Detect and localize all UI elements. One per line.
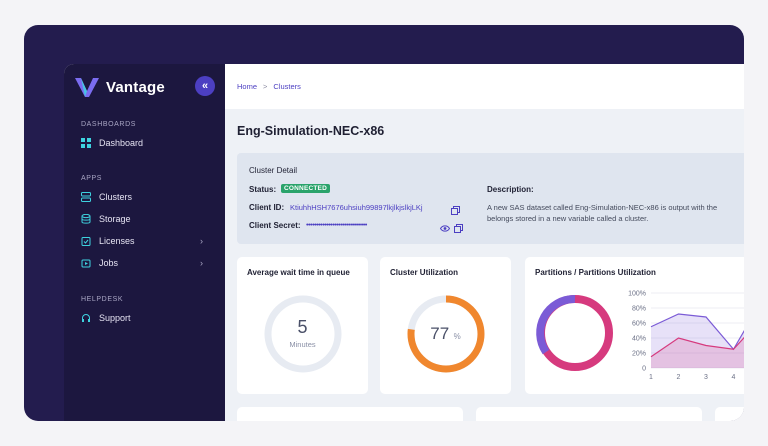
client-id-value: KtiuhhHSH7676uhsiuh99897lkjlkjslkjLKj	[290, 203, 423, 212]
wait-time-unit: Minutes	[289, 340, 316, 349]
headset-icon	[81, 313, 91, 323]
device-frame: Vantage « DASHBOARDS Dashboard APPS Clus…	[24, 25, 744, 421]
app-window: Vantage « DASHBOARDS Dashboard APPS Clus…	[64, 64, 744, 421]
wait-time-card: Average wait time in queue 5 Minutes	[237, 257, 368, 394]
brand-name: Vantage	[106, 78, 165, 96]
x-tick-label: 4	[732, 374, 736, 381]
cluster-detail-panel: Cluster Detail Status: CONNECTED Client …	[237, 153, 744, 244]
sidebar-item-dashboard[interactable]: Dashboard	[81, 135, 211, 151]
bottom-card	[476, 407, 702, 421]
bottom-card	[237, 407, 463, 421]
sidebar-item-label: Dashboard	[99, 138, 144, 148]
card-title: Partitions / Partitions Utilization	[535, 268, 656, 277]
description-line: belongs stored in a new variable called …	[487, 214, 649, 223]
sidebar-item-label: Storage	[99, 214, 131, 224]
sidebar-item-label: Jobs	[99, 258, 119, 268]
sidebar-item-storage[interactable]: Storage	[81, 211, 211, 227]
utilization-value: 77	[430, 324, 450, 343]
description-label: Description:	[487, 185, 534, 194]
y-tick-label: 60%	[632, 321, 646, 328]
wait-time-value: 5	[297, 317, 308, 337]
card-title: Average wait time in queue	[247, 268, 350, 277]
license-icon	[81, 236, 91, 246]
x-tick-label: 1	[649, 374, 653, 381]
y-tick-label: 80%	[632, 306, 646, 313]
sidebar-item-clusters[interactable]: Clusters	[81, 189, 211, 205]
y-tick-label: 100%	[628, 291, 646, 298]
sidebar-item-label: Clusters	[99, 192, 133, 202]
y-tick-label: 40%	[632, 336, 646, 343]
screenshot-background: Vantage « DASHBOARDS Dashboard APPS Clus…	[0, 0, 768, 446]
copy-icon[interactable]	[454, 220, 463, 238]
detail-heading: Cluster Detail	[249, 166, 298, 175]
top-bar: Home > Clusters	[225, 64, 744, 109]
partitions-area-chart: 100%80%60%40%20%01 2 3 4 5	[628, 291, 744, 381]
copy-icon[interactable]	[451, 202, 460, 220]
breadcrumb-separator-icon: >	[263, 82, 268, 91]
sidebar-item-label: Licenses	[99, 236, 135, 246]
status-label: Status:	[249, 185, 277, 194]
chevron-right-icon[interactable]: ›	[200, 258, 203, 268]
cluster-utilization-card: Cluster Utilization 77 %	[380, 257, 511, 394]
bottom-card	[715, 407, 744, 421]
card-title: Cluster Utilization	[390, 268, 459, 277]
dashboard-icon	[81, 138, 91, 148]
client-secret-value: ••••••••••••••••••••••••••••••	[306, 220, 367, 229]
breadcrumb-current[interactable]: Clusters	[273, 82, 301, 91]
y-tick-label: 20%	[632, 351, 646, 358]
sidebar-item-label: Support	[99, 313, 131, 323]
eye-icon[interactable]	[439, 220, 451, 238]
sidebar-item-licenses[interactable]: Licenses ›	[81, 233, 211, 249]
section-title-helpdesk: HELPDESK	[81, 296, 124, 303]
client-id-label: Client ID:	[249, 203, 285, 212]
x-tick-label: 2	[677, 374, 681, 381]
partitions-donut	[536, 294, 613, 371]
description-line: A new SAS dataset called Eng-Simulation-…	[487, 203, 718, 212]
utilization-readout: 77 %	[380, 324, 511, 344]
y-tick-label: 0	[642, 366, 646, 373]
jobs-icon	[81, 258, 91, 268]
sidebar-item-jobs[interactable]: Jobs ›	[81, 255, 211, 271]
vantage-logo-icon	[75, 78, 99, 97]
database-icon	[81, 214, 91, 224]
sidebar-item-support[interactable]: Support	[81, 310, 211, 326]
x-tick-label: 3	[704, 374, 708, 381]
chevron-right-icon[interactable]: ›	[200, 236, 203, 246]
partitions-card: Partitions / Partitions Utilization 100%…	[525, 257, 744, 394]
server-icon	[81, 192, 91, 202]
utilization-unit: %	[453, 332, 461, 341]
section-title-apps: APPS	[81, 175, 103, 182]
breadcrumb: Home > Clusters	[237, 82, 301, 91]
description-text: A new SAS dataset called Eng-Simulation-…	[487, 202, 744, 224]
page-title: Eng-Simulation-NEC-x86	[237, 124, 385, 138]
brand[interactable]: Vantage	[74, 76, 165, 98]
client-secret-label: Client Secret:	[249, 221, 301, 230]
collapse-sidebar-button[interactable]: «	[195, 76, 215, 96]
sidebar: Vantage « DASHBOARDS Dashboard APPS Clus…	[64, 64, 225, 421]
status-badge: CONNECTED	[281, 184, 330, 193]
breadcrumb-home[interactable]: Home	[237, 82, 257, 91]
section-title-dashboards: DASHBOARDS	[81, 121, 137, 128]
